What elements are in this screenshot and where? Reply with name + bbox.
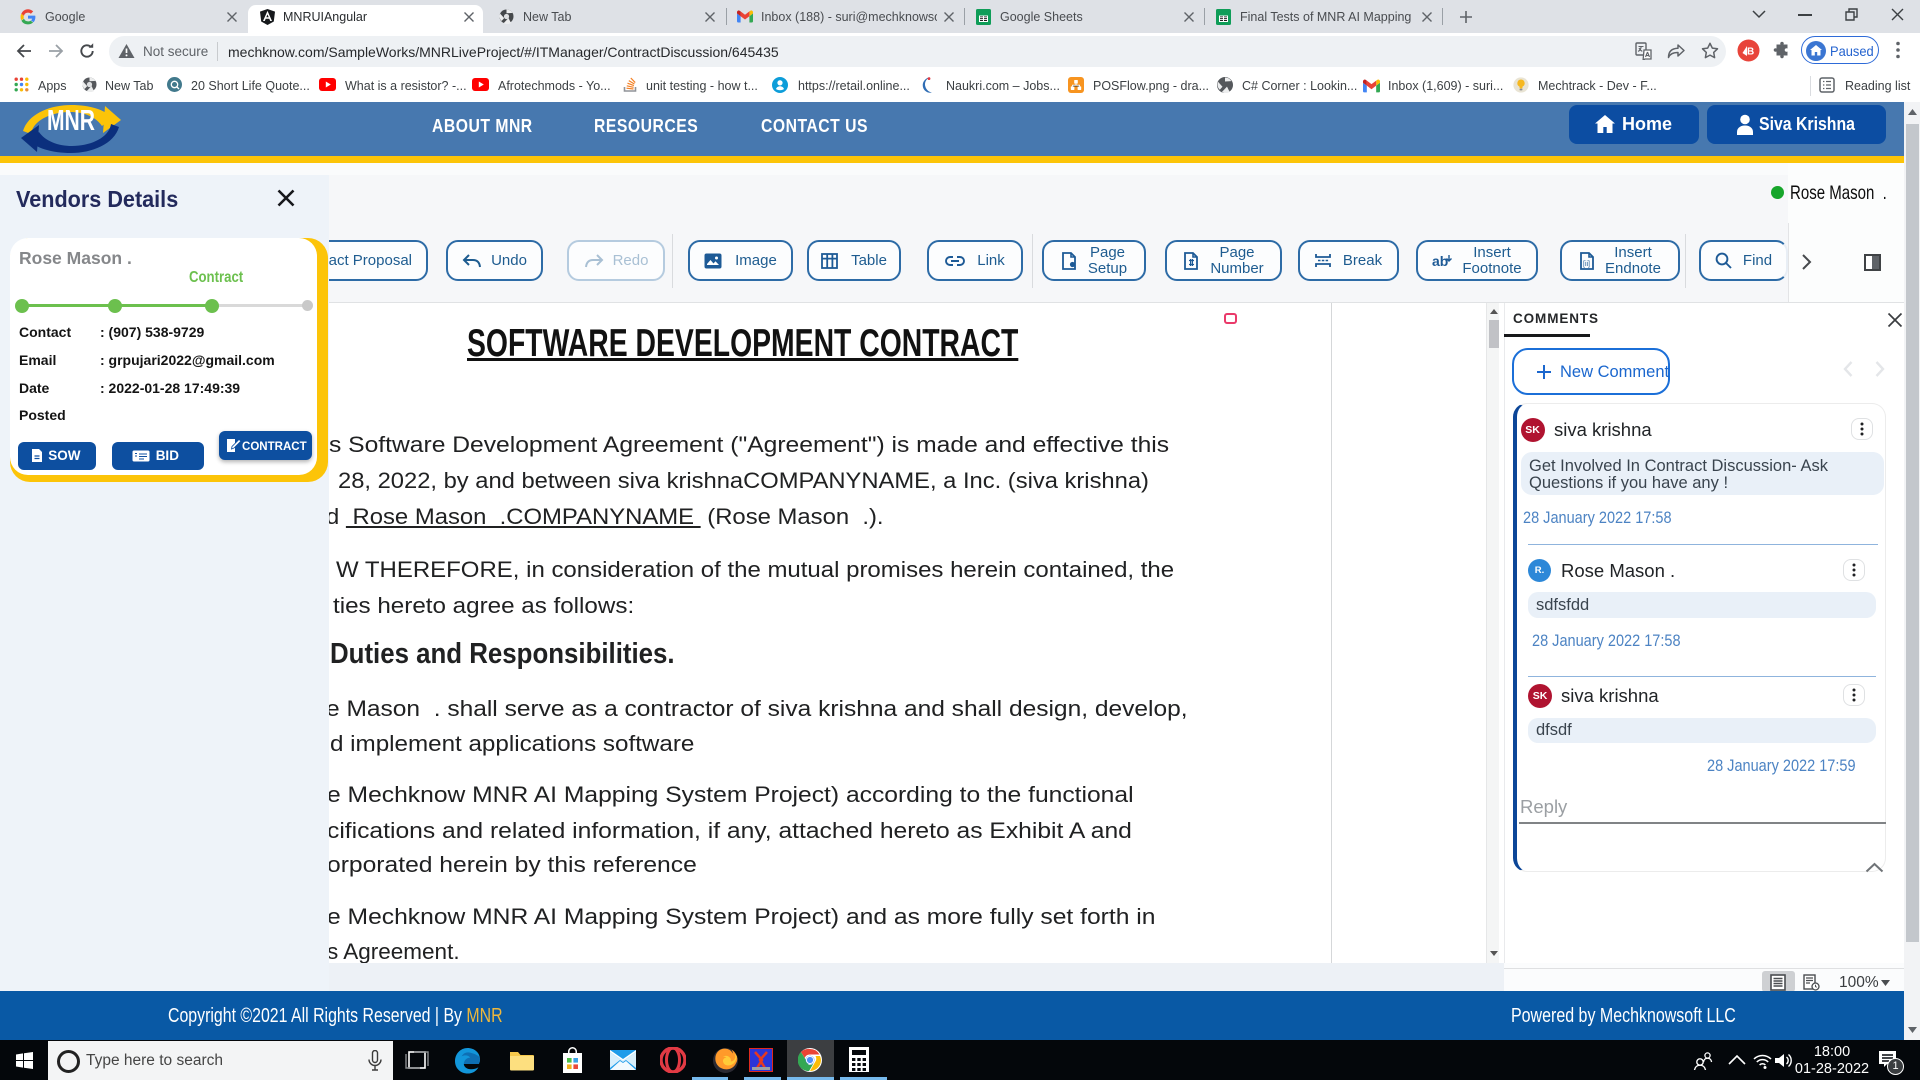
svg-text:B: B [1747, 47, 1754, 58]
svg-text:MNR: MNR [47, 105, 95, 137]
svg-text:ab: ab [1432, 253, 1448, 269]
svg-text:[ii]: [ii] [1583, 261, 1590, 268]
